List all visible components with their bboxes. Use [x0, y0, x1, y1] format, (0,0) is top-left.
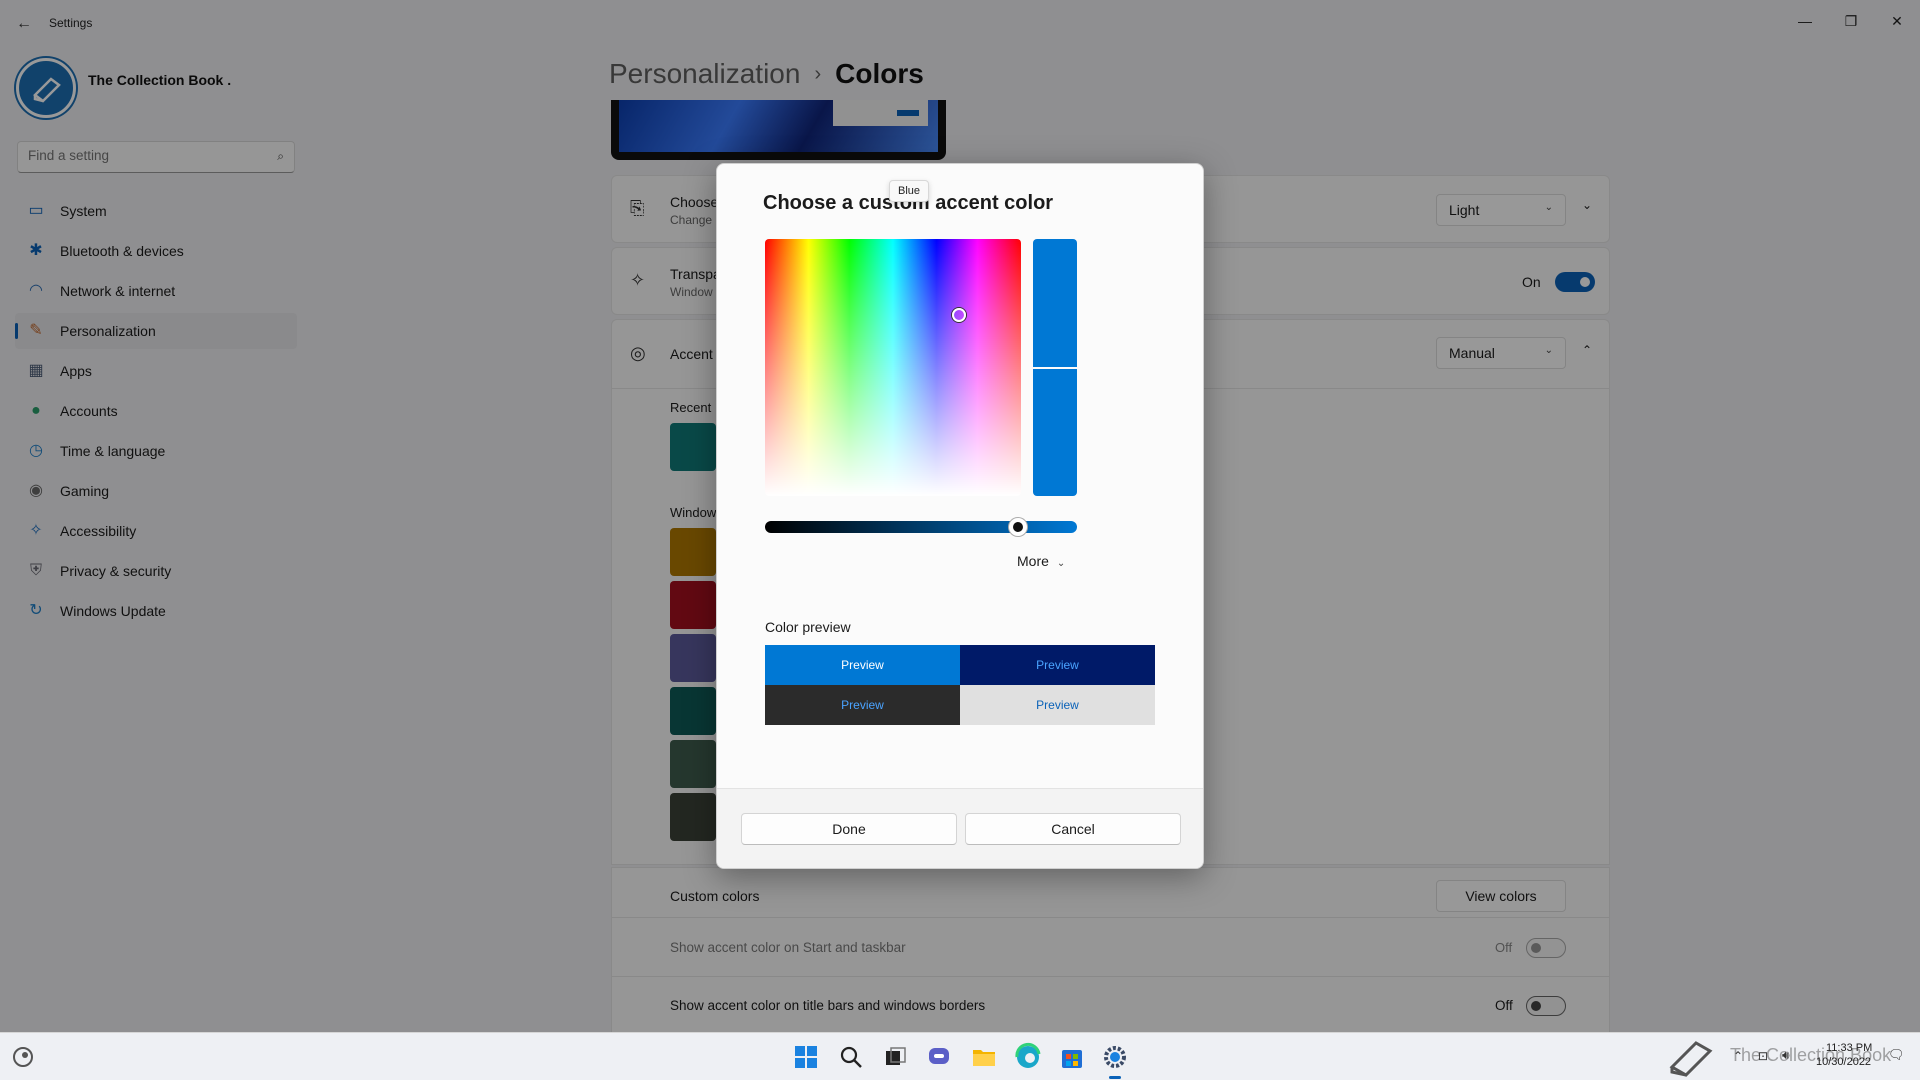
start-icon[interactable]: [791, 1042, 821, 1072]
color-preview-label: Color preview: [765, 619, 851, 635]
color-preview-tile: Preview: [765, 685, 960, 725]
store-icon[interactable]: [1057, 1042, 1087, 1072]
watermark-book-icon: [1666, 1037, 1716, 1077]
network-icon[interactable]: ⊡: [1758, 1049, 1768, 1063]
color-spectrum[interactable]: [765, 239, 1021, 496]
tray-chevron-icon[interactable]: ⌃: [1733, 1049, 1743, 1063]
volume-icon[interactable]: 🔊︎: [1782, 1048, 1790, 1063]
notification-icon[interactable]: 🗨︎: [1888, 1047, 1905, 1063]
more-label: More: [1017, 553, 1049, 569]
settings-icon[interactable]: [1100, 1042, 1130, 1079]
done-button[interactable]: Done: [741, 813, 957, 845]
task-view-icon[interactable]: [880, 1042, 910, 1072]
custom-accent-dialog: Choose a custom accent color Blue More ⌄ …: [716, 163, 1204, 869]
chevron-down-icon: ⌄: [1056, 558, 1066, 569]
color-tooltip: Blue: [889, 180, 930, 202]
dialog-footer: Done Cancel: [717, 788, 1203, 868]
chat-icon[interactable]: [924, 1042, 954, 1072]
file-explorer-icon[interactable]: [969, 1042, 999, 1072]
brightness-slider[interactable]: [765, 518, 1077, 536]
spectrum-cursor[interactable]: [952, 308, 966, 322]
brightness-slider-thumb[interactable]: [1008, 518, 1027, 536]
taskbar-search-icon[interactable]: [836, 1042, 866, 1072]
cancel-button[interactable]: Cancel: [965, 813, 1181, 845]
widgets-icon[interactable]: [8, 1042, 38, 1072]
color-preview-tile: Preview: [765, 645, 960, 685]
taskbar: The Collection Book ⌃ ⊡ 🔊︎ 11:33 PM 10/3…: [0, 1032, 1920, 1080]
new-color-swatch: [1033, 239, 1077, 367]
more-button[interactable]: More ⌄: [1017, 553, 1065, 569]
clock-time[interactable]: 11:33 PM: [1826, 1041, 1872, 1056]
current-color-swatch: [1033, 369, 1077, 496]
edge-icon[interactable]: [1013, 1042, 1043, 1072]
color-preview-tile: Preview: [960, 685, 1155, 725]
clock-date[interactable]: 10/30/2022: [1816, 1056, 1871, 1068]
color-preview-tile: Preview: [960, 645, 1155, 685]
